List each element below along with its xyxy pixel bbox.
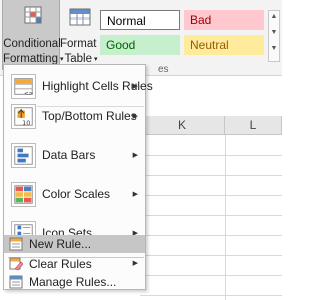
grid-line	[140, 255, 282, 256]
style-bad[interactable]: Bad	[184, 10, 264, 30]
menu-item-new-rule[interactable]: New Rule...	[4, 235, 145, 253]
menu-item-clear-rules[interactable]: Clear Rules ▶	[4, 255, 145, 273]
column-header-k[interactable]: K	[140, 116, 225, 135]
styles-group-label: es	[158, 64, 169, 75]
format-as-table-label-1: Format as	[60, 38, 112, 50]
grid-line	[140, 215, 282, 216]
submenu-arrow-icon: ▶	[132, 83, 138, 90]
svg-text:<>: <>	[24, 91, 34, 97]
submenu-arrow-icon: ▶	[132, 191, 138, 198]
menu-item-label: New Rule...	[29, 237, 92, 251]
data-bars-icon	[11, 143, 36, 168]
conditional-formatting-label-1: Conditional	[3, 38, 61, 50]
highlight-cells-icon: <>	[11, 74, 36, 99]
grid-line	[140, 195, 282, 196]
menu-item-label: Top/Bottom Rules	[42, 109, 137, 123]
clear-rules-icon	[9, 257, 23, 271]
scroll-down-icon[interactable]: ▼	[269, 29, 279, 36]
manage-rules-icon	[9, 275, 23, 289]
conditional-formatting-menu: <> Highlight Cells Rules ▶ 10 Top/Bottom…	[3, 64, 153, 291]
menu-item-label: Color Scales	[42, 187, 111, 201]
styles-gallery-scroller[interactable]: ▲ ▼ ▼	[268, 10, 280, 62]
new-rule-icon	[9, 237, 23, 251]
grid-line	[140, 175, 282, 176]
menu-item-label: Clear Rules	[29, 257, 92, 271]
top-bottom-icon: 10	[11, 104, 36, 129]
style-neutral[interactable]: Neutral	[184, 35, 264, 55]
scroll-up-icon[interactable]: ▲	[269, 13, 279, 20]
menu-item-label: Data Bars	[42, 148, 96, 162]
grid-line	[140, 295, 282, 296]
cell-styles-gallery: Normal Bad Good Neutral	[100, 10, 268, 58]
style-good[interactable]: Good	[100, 35, 180, 55]
chevron-down-icon: ▾	[93, 56, 98, 63]
grid-line	[140, 275, 282, 276]
menu-item-top-bottom-rules[interactable]: 10 Top/Bottom Rules ▶	[4, 98, 145, 136]
color-scales-icon	[11, 182, 36, 207]
menu-item-label: Manage Rules...	[29, 275, 117, 289]
conditional-formatting-icon	[24, 6, 42, 24]
style-normal[interactable]: Normal	[100, 10, 180, 30]
submenu-arrow-icon: ▶	[132, 260, 138, 267]
top-bottom-icon-text: 10	[22, 119, 30, 127]
grid-line	[140, 155, 282, 156]
gallery-more-icon[interactable]: ▼	[269, 45, 279, 52]
grid-line	[140, 235, 282, 236]
format-as-table-icon	[69, 8, 91, 26]
column-header-l[interactable]: L	[225, 116, 282, 135]
format-as-table-button[interactable]: Format as Table ▾	[60, 0, 112, 70]
menu-item-color-scales[interactable]: Color Scales ▶	[4, 176, 145, 214]
menu-item-data-bars[interactable]: Data Bars ▶	[4, 137, 145, 175]
submenu-arrow-icon: ▶	[132, 113, 138, 120]
conditional-formatting-button[interactable]: Conditional Formatting ▾	[2, 0, 63, 70]
submenu-arrow-icon: ▶	[132, 152, 138, 159]
menu-item-manage-rules[interactable]: Manage Rules...	[4, 273, 145, 291]
